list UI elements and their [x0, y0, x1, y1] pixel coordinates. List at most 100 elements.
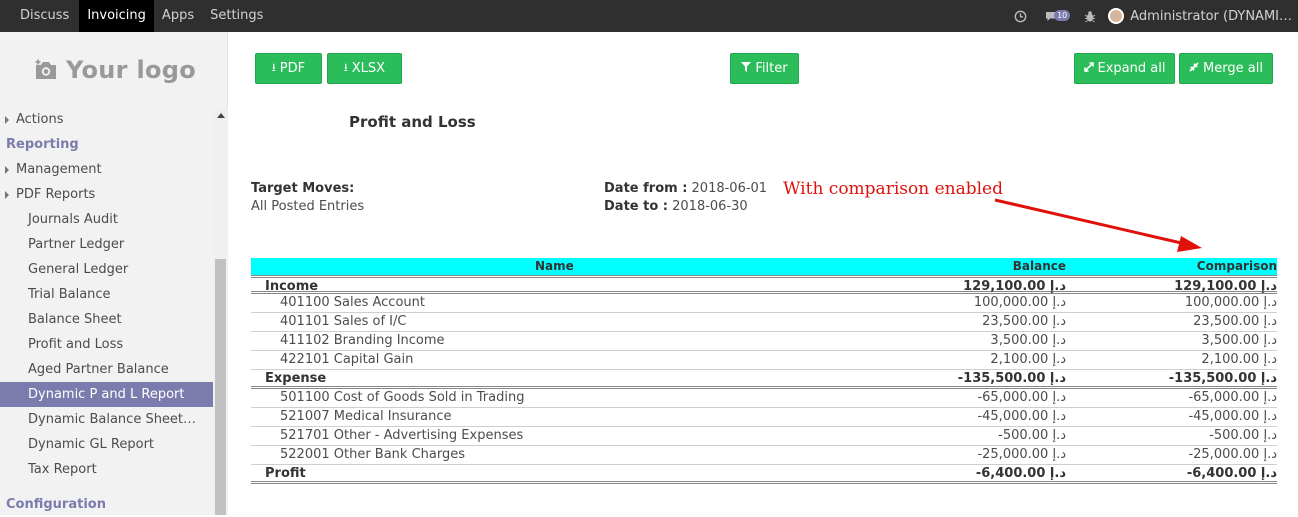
user-avatar[interactable]	[1108, 8, 1125, 24]
row-balance: -45,000.00 د.إ	[977, 409, 1066, 424]
row-comparison: -500.00 د.إ	[1209, 428, 1277, 443]
expand-all-button[interactable]: Expand all	[1074, 53, 1175, 84]
row-comparison: 100,000.00 د.إ	[1184, 295, 1277, 310]
table-body: Income 129,100.00 د.إ 129,100.00 د.إ 401100…	[251, 275, 1277, 484]
row-name: Income	[265, 279, 319, 294]
sidebar-section-configuration: Configuration	[6, 497, 106, 512]
table-header: Name Balance Comparison	[251, 258, 1277, 275]
app-menu: Discuss Invoicing Apps Settings	[12, 0, 271, 32]
table-group-row[interactable]: Income 129,100.00 د.إ 129,100.00 د.إ	[251, 275, 1277, 294]
row-balance: -6,400.00 د.إ	[975, 466, 1066, 481]
sidebar-item-management[interactable]: Management	[0, 157, 213, 182]
sidebar-item-aged-partner-balance[interactable]: Aged Partner Balance	[0, 357, 213, 382]
sidebar: Your logo Actions Reporting Management PDF …	[0, 32, 228, 515]
header-name: Name	[535, 259, 574, 273]
sidebar-item-general-ledger[interactable]: General Ledger	[0, 257, 213, 282]
sidebar-item-journals-audit[interactable]: Journals Audit	[0, 207, 213, 232]
chat-icon[interactable]: 10	[1045, 9, 1071, 22]
camera-icon	[35, 59, 56, 79]
menu-apps[interactable]: Apps	[154, 0, 202, 32]
table-row[interactable]: 521701 Other - Advertising Expenses -500.…	[251, 427, 1277, 446]
row-balance: 100,000.00 د.إ	[973, 295, 1066, 310]
sidebar-item-dynamic-p-and-l-report[interactable]: Dynamic P and L Report	[0, 382, 213, 407]
table-row[interactable]: 501100 Cost of Goods Sold in Trading -65,…	[251, 389, 1277, 408]
pnl-table: Name Balance Comparison Income 129,100.00…	[251, 258, 1277, 484]
download-icon: ⭳	[343, 61, 348, 74]
row-balance: -135,500.00 د.إ	[957, 371, 1066, 386]
merge-all-button[interactable]: Merge all	[1179, 53, 1273, 84]
filter-button[interactable]: Filter	[730, 53, 799, 84]
xlsx-button[interactable]: ⭳ XLSX	[327, 53, 402, 84]
row-name: 411102 Branding Income	[280, 333, 445, 348]
table-row[interactable]: 401101 Sales of I/C 23,500.00 د.إ 23,500.0…	[251, 313, 1277, 332]
menu-settings[interactable]: Settings	[202, 0, 271, 32]
date-to: Date to : 2018-06-30	[604, 199, 748, 214]
sidebar-item-actions[interactable]: Actions	[0, 107, 213, 132]
row-balance: -500.00 د.إ	[998, 428, 1066, 443]
user-menu[interactable]: Administrator (DYNAMI…	[1130, 9, 1292, 24]
bug-icon[interactable]	[1084, 10, 1096, 23]
company-logo[interactable]: Your logo	[34, 52, 196, 88]
row-balance: -25,000.00 د.إ	[977, 447, 1066, 462]
row-comparison: -25,000.00 د.إ	[1188, 447, 1277, 462]
row-name: 522001 Other Bank Charges	[280, 447, 466, 462]
target-moves-label: Target Moves:	[251, 181, 355, 196]
sidebar-item-balance-sheet[interactable]: Balance Sheet	[0, 307, 213, 332]
scrollbar-thumb[interactable]	[215, 259, 226, 515]
row-comparison: 23,500.00 د.إ	[1193, 314, 1277, 329]
row-comparison: 2,100.00 د.إ	[1201, 352, 1277, 367]
table-row[interactable]: 401100 Sales Account 100,000.00 د.إ 100,00…	[251, 294, 1277, 313]
sidebar-item-trial-balance[interactable]: Trial Balance	[0, 282, 213, 307]
sidebar-item-pdf-reports[interactable]: PDF Reports	[0, 182, 213, 207]
table-row[interactable]: 521007 Medical Insurance -45,000.00 د.إ -4…	[251, 408, 1277, 427]
row-comparison: -45,000.00 د.إ	[1188, 409, 1277, 424]
sidebar-section-reporting: Reporting	[6, 137, 79, 152]
sidebar-scrollbar[interactable]	[213, 107, 228, 515]
row-balance: 23,500.00 د.إ	[982, 314, 1066, 329]
xlsx-button-label: XLSX	[351, 61, 386, 76]
expand-all-label: Expand all	[1097, 61, 1166, 76]
chat-count-badge: 10	[1054, 9, 1071, 21]
comparison-annotation: With comparison enabled	[783, 179, 1003, 199]
filter-icon	[741, 62, 752, 75]
target-moves-value: All Posted Entries	[251, 199, 365, 214]
table-row[interactable]: 422101 Capital Gain 2,100.00 د.إ 2,100.00 …	[251, 351, 1277, 370]
row-name: 422101 Capital Gain	[280, 352, 414, 367]
row-balance: -65,000.00 د.إ	[977, 390, 1066, 405]
header-balance: Balance	[1012, 259, 1066, 273]
row-name: 521701 Other - Advertising Expenses	[280, 428, 524, 443]
row-comparison: 3,500.00 د.إ	[1201, 333, 1277, 348]
merge-all-label: Merge all	[1203, 61, 1263, 76]
table-row[interactable]: 411102 Branding Income 3,500.00 د.إ 3,500.…	[251, 332, 1277, 351]
annotation-arrow-icon	[994, 198, 1202, 252]
row-balance: 129,100.00 د.إ	[963, 279, 1066, 294]
row-comparison: -135,500.00 د.إ	[1168, 371, 1277, 386]
scroll-up-arrow-icon[interactable]	[217, 113, 225, 118]
sidebar-item-tax-report[interactable]: Tax Report	[0, 457, 213, 482]
row-balance: 3,500.00 د.إ	[990, 333, 1066, 348]
expand-icon	[1083, 62, 1094, 75]
row-name: Profit	[265, 466, 306, 481]
row-comparison: -65,000.00 د.إ	[1188, 390, 1277, 405]
row-name: 521007 Medical Insurance	[280, 409, 452, 424]
sidebar-item-dynamic-balance-sheet[interactable]: Dynamic Balance Sheet…	[0, 407, 213, 432]
row-name: 501100 Cost of Goods Sold in Trading	[280, 390, 525, 405]
menu-discuss[interactable]: Discuss	[12, 0, 77, 32]
menu-invoicing[interactable]: Invoicing	[79, 0, 154, 32]
sidebar-item-dynamic-gl-report[interactable]: Dynamic GL Report	[0, 432, 213, 457]
pdf-button-label: PDF	[279, 61, 306, 76]
clock-icon[interactable]	[1014, 10, 1027, 23]
table-group-row[interactable]: Expense -135,500.00 د.إ -135,500.00 د.إ	[251, 370, 1277, 389]
download-icon: ⭳	[271, 61, 276, 74]
systray: 10 Administrator (DYNAMI…	[1002, 0, 1292, 32]
table-row[interactable]: 522001 Other Bank Charges -25,000.00 د.إ -…	[251, 446, 1277, 465]
sidebar-menu: Actions Reporting Management PDF Reports Jou…	[0, 107, 213, 517]
sidebar-item-partner-ledger[interactable]: Partner Ledger	[0, 232, 213, 257]
pdf-button[interactable]: ⭳ PDF	[255, 53, 322, 84]
table-group-row[interactable]: Profit -6,400.00 د.إ -6,400.00 د.إ	[251, 465, 1277, 484]
header-comparison: Comparison	[1196, 259, 1277, 273]
row-name: 401101 Sales of I/C	[280, 314, 407, 329]
sidebar-item-profit-and-loss[interactable]: Profit and Loss	[0, 332, 213, 357]
top-navbar: Discuss Invoicing Apps Settings 10 Admin…	[0, 0, 1298, 32]
